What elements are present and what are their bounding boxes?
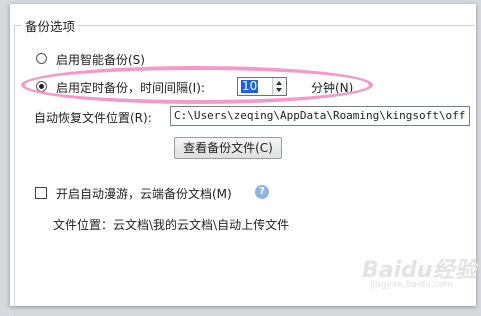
backup-group-title: 备份选项 <box>22 16 79 35</box>
interval-spinbox[interactable]: 10 <box>237 77 287 96</box>
spin-down-icon[interactable] <box>276 88 282 92</box>
restore-location-field[interactable]: C:\Users\zeqing\AppData\Roaming\kingsoft… <box>170 106 470 126</box>
spin-up-icon[interactable] <box>276 81 282 85</box>
roaming-checkbox-label[interactable]: 开启自动漫游，云端备份文档(M) <box>56 185 232 202</box>
interval-unit-label: 分钟(N) <box>311 81 354 95</box>
smart-backup-radio[interactable] <box>36 53 47 64</box>
roaming-checkbox[interactable] <box>35 187 47 199</box>
smart-backup-label[interactable]: 启用智能备份(S) <box>56 51 145 68</box>
view-backup-files-button[interactable]: 查看备份文件(C) <box>174 137 282 159</box>
interval-value[interactable]: 10 <box>241 80 259 93</box>
timed-backup-radio[interactable] <box>36 81 47 92</box>
help-icon[interactable]: ? <box>255 185 269 199</box>
file-location-text: 文件位置：云文档\我的云文档\自动上传文件 <box>53 218 290 232</box>
restore-location-label: 自动恢复文件位置(R): <box>34 111 152 125</box>
backup-group-frame <box>14 25 475 316</box>
timed-backup-label[interactable]: 启用定时备份，时间间隔(I): <box>56 79 205 96</box>
interval-spin-buttons[interactable] <box>272 78 286 95</box>
